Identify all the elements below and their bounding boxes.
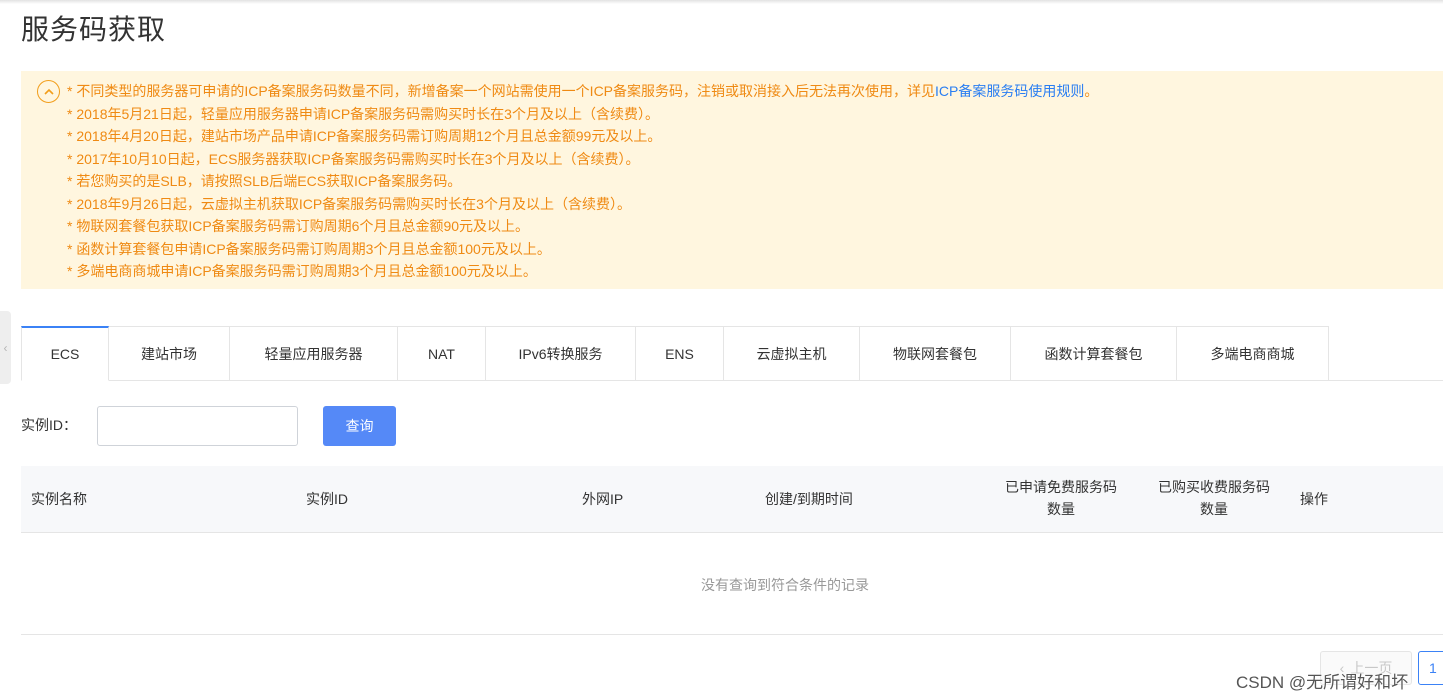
query-button[interactable]: 查询 xyxy=(323,406,396,446)
column-instance-name: 实例名称 xyxy=(31,491,87,507)
page-title: 服务码获取 xyxy=(21,14,167,45)
notice-line: * 2018年9月26日起，云虚拟主机获取ICP备案服务码需购买时长在3个月及以… xyxy=(67,195,631,212)
tab-virtual-host[interactable]: 云虚拟主机 xyxy=(724,326,860,381)
tab-ipv6-service[interactable]: IPv6转换服务 xyxy=(486,326,636,381)
tab-nat[interactable]: NAT xyxy=(398,326,486,381)
column-free-codes: 已申请免费服务码 数量 xyxy=(1005,479,1117,517)
chevron-left-icon: ‹ xyxy=(3,340,8,355)
table-bottom-border xyxy=(21,634,1443,635)
notice-line: * 不同类型的服务器可申请的ICP备案服务码数量不同，新增备案一个网站需使用一个… xyxy=(67,83,1099,99)
notice-line: * 2018年4月20日起，建站市场产品申请ICP备案服务码需订购周期12个月且… xyxy=(67,128,662,144)
column-instance-id: 实例ID xyxy=(306,491,348,507)
tab-site-market[interactable]: 建站市场 xyxy=(109,326,230,381)
page-number-button[interactable]: 1 xyxy=(1418,651,1443,685)
instance-id-input[interactable] xyxy=(97,406,298,446)
csdn-watermark: CSDN @无所谓好和坏 xyxy=(1236,673,1409,692)
notice-list: * 不同类型的服务器可申请的ICP备案服务码数量不同，新增备案一个网站需使用一个… xyxy=(67,80,1098,283)
notice-line: * 2017年10月10日起，ECS服务器获取ICP备案服务码需购买时长在3个月… xyxy=(67,150,640,167)
notice-line: * 若您购买的是SLB，请按照SLB后端ECS获取ICP备案服务码。 xyxy=(67,173,462,189)
tab-multi-ecommerce[interactable]: 多端电商商城 xyxy=(1177,326,1329,381)
side-collapse-handle[interactable]: ‹ xyxy=(0,311,11,384)
notice-panel: * 不同类型的服务器可申请的ICP备案服务码数量不同，新增备案一个网站需使用一个… xyxy=(21,71,1443,289)
top-shadow xyxy=(0,0,1443,4)
tab-ens[interactable]: ENS xyxy=(636,326,724,381)
column-paid-codes: 已购买收费服务码 数量 xyxy=(1158,479,1270,517)
notice-line: * 多端电商商城申请ICP备案服务码需订购周期3个月且总金额100元及以上。 xyxy=(67,263,537,279)
tab-function-compute-package[interactable]: 函数计算套餐包 xyxy=(1011,326,1177,381)
collapse-chevron-up-icon[interactable] xyxy=(37,80,60,103)
notice-line: * 2018年5月21日起，轻量应用服务器申请ICP备案服务码需购买时长在3个月… xyxy=(67,105,659,122)
notice-line: * 物联网套餐包获取ICP备案服务码需订购周期6个月且总金额90元及以上。 xyxy=(67,218,530,234)
tab-iot-package[interactable]: 物联网套餐包 xyxy=(860,326,1011,381)
tab-ecs[interactable]: ECS xyxy=(21,326,109,381)
column-public-ip: 外网IP xyxy=(582,491,624,507)
column-create-expire-time: 创建/到期时间 xyxy=(765,491,853,507)
notice-line: * 函数计算套餐包申请ICP备案服务码需订购周期3个月且总金额100元及以上。 xyxy=(67,240,551,257)
product-tabs: ECS 建站市场 轻量应用服务器 NAT IPv6转换服务 ENS 云虚拟主机 … xyxy=(21,326,1329,381)
usage-rules-link[interactable]: ICP备案服务码使用规则 xyxy=(935,83,1084,99)
instance-id-label: 实例ID： xyxy=(21,417,77,433)
tab-lightweight-server[interactable]: 轻量应用服务器 xyxy=(230,326,398,381)
table-header: 实例名称 实例ID 外网IP 创建/到期时间 已申请免费服务码 数量 已购买收费… xyxy=(21,466,1443,533)
column-actions: 操作 xyxy=(1300,491,1328,507)
empty-state-message: 没有查询到符合条件的记录 xyxy=(701,577,869,593)
